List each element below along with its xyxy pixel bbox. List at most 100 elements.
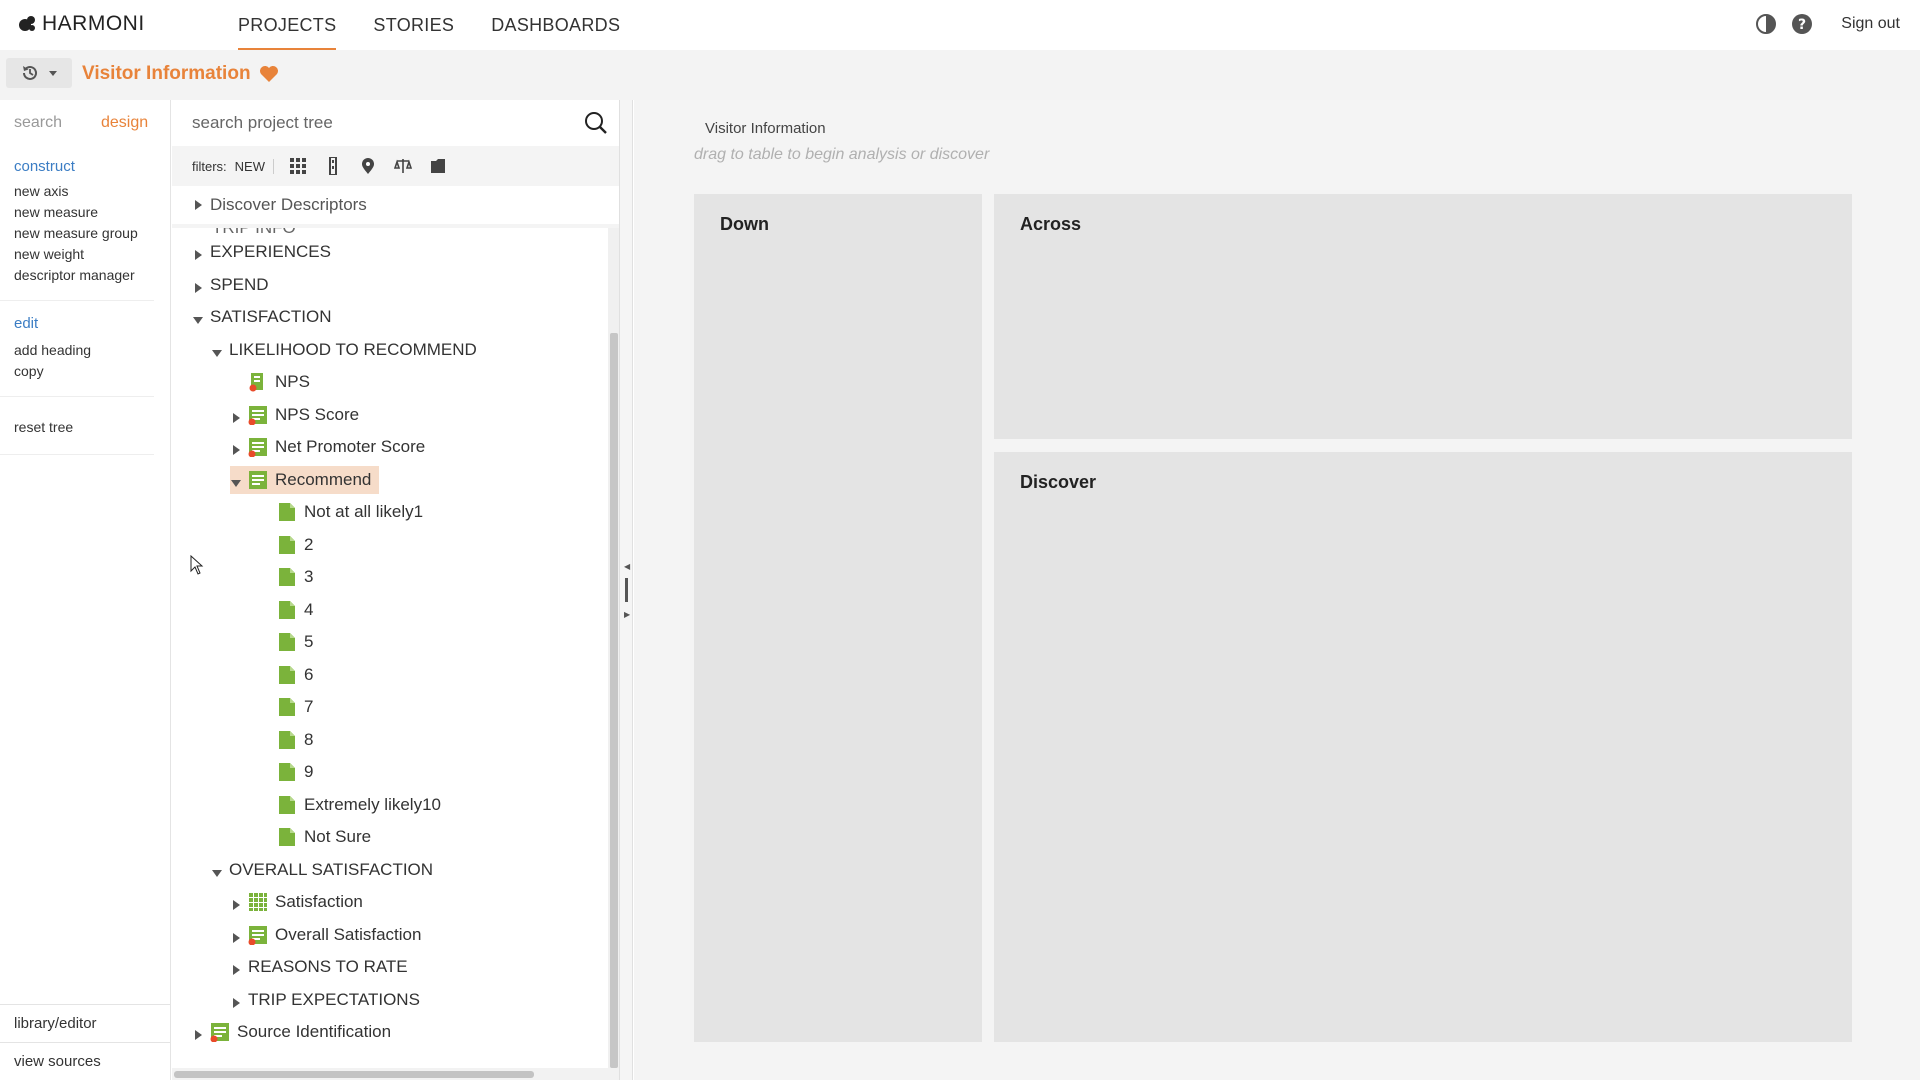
tree-row-label: Satisfaction	[275, 892, 363, 911]
descriptor-manager-link[interactable]: descriptor manager	[14, 265, 154, 286]
library-editor-link[interactable]: library/editor	[0, 1004, 170, 1042]
tree-row[interactable]: NPS Score	[230, 401, 359, 429]
caret-down-icon[interactable]	[230, 474, 242, 487]
brand-name: HARMONI	[42, 12, 145, 35]
tree-row[interactable]: Extremely likely10	[277, 791, 441, 819]
filter-new-button[interactable]: NEW	[235, 158, 275, 174]
discover-dropzone[interactable]: Discover	[994, 452, 1852, 1042]
tree-row[interactable]: NPS	[230, 368, 310, 396]
caret-down-icon[interactable]	[192, 311, 204, 324]
tree-row[interactable]: Recommend	[230, 465, 380, 494]
across-dropzone[interactable]: Across	[994, 194, 1852, 439]
new-weight-link[interactable]: new weight	[14, 244, 154, 265]
copy-link[interactable]: copy	[14, 361, 154, 382]
caret-down-icon[interactable]	[211, 864, 223, 877]
tree-row[interactable]: 4	[277, 596, 313, 624]
sidebar-bottom-links: library/editor view sources	[0, 1004, 170, 1080]
tree-hscroll-thumb[interactable]	[174, 1071, 534, 1078]
help-icon[interactable]: ?	[1791, 13, 1813, 35]
collapse-right-icon[interactable]: ▶	[624, 610, 630, 619]
caret-right-icon[interactable]	[230, 961, 242, 975]
tree-row[interactable]: Source Identification	[192, 1018, 391, 1046]
edit-heading[interactable]: edit	[14, 315, 154, 332]
filters-label: filters:	[192, 158, 227, 174]
tree-row[interactable]: 9	[277, 758, 313, 786]
tree-row-label: OVERALL SATISFACTION	[229, 859, 434, 879]
partial-tree-row-label: TRIP INFO	[212, 228, 296, 238]
tree-row[interactable]: LIKELIHOOD TO RECOMMEND	[211, 336, 477, 364]
history-icon	[23, 65, 37, 80]
tree-row[interactable]: 8	[277, 726, 313, 754]
tree-row[interactable]: 7	[277, 693, 313, 721]
caret-right-icon[interactable]	[230, 441, 242, 455]
nav-projects[interactable]: PROJECTS	[238, 0, 337, 50]
folder-filter-icon[interactable]	[427, 155, 449, 177]
discover-descriptors-row[interactable]: Discover Descriptors	[172, 186, 619, 224]
tree-row[interactable]: 6	[277, 661, 313, 689]
tree-row-label: 5	[304, 632, 314, 651]
project-tree: TRIP INFO EXPERIENCES SPEND SATISFACTION LI…	[172, 228, 608, 1068]
tree-row[interactable]: Not Sure	[277, 823, 371, 851]
caret-right-icon[interactable]	[230, 896, 242, 910]
grid-filter-icon[interactable]	[287, 155, 309, 177]
sign-out-link[interactable]: Sign out	[1841, 15, 1900, 33]
new-axis-link[interactable]: new axis	[14, 181, 154, 202]
down-dropzone[interactable]: Down	[694, 194, 982, 1042]
value-icon	[277, 795, 297, 815]
tree-row[interactable]: 3	[277, 563, 313, 591]
tree-row[interactable]: SPEND	[192, 271, 269, 299]
new-measure-group-link[interactable]: new measure group	[14, 223, 154, 244]
reset-group: reset tree	[0, 397, 154, 455]
discover-descriptors-label: Discover Descriptors	[210, 195, 367, 214]
tree-row-label: SPEND	[210, 274, 269, 294]
caret-right-icon[interactable]	[230, 994, 242, 1008]
location-filter-icon[interactable]	[357, 155, 379, 177]
contrast-icon[interactable]	[1755, 13, 1777, 35]
caret-right-icon[interactable]	[192, 279, 204, 293]
collapse-left-icon[interactable]: ◀	[624, 562, 630, 571]
tree-search-input[interactable]	[192, 110, 572, 136]
view-sources-link[interactable]: view sources	[0, 1042, 170, 1080]
caret-right-icon[interactable]	[230, 929, 242, 943]
value-icon	[277, 600, 297, 620]
project-tree-panel: filters: NEW Discover Descriptors TRIP I…	[172, 100, 619, 1080]
tab-design[interactable]: design	[85, 114, 170, 132]
tree-vertical-scrollbar[interactable]	[608, 228, 619, 1068]
tree-row[interactable]: SATISFACTION	[192, 303, 332, 331]
history-dropdown-button[interactable]	[6, 58, 72, 88]
construct-heading[interactable]: construct	[14, 158, 154, 175]
add-heading-link[interactable]: add heading	[14, 340, 154, 361]
caret-right-icon[interactable]	[192, 246, 204, 260]
favorite-heart-icon[interactable]	[259, 65, 279, 83]
panel-splitter[interactable]: ◀ ▶	[619, 100, 633, 1080]
measure-list-icon	[248, 437, 268, 458]
harmoni-logo[interactable]: HARMONI	[18, 12, 145, 36]
tree-row[interactable]: REASONS TO RATE	[230, 953, 408, 981]
tree-row[interactable]: OVERALL SATISFACTION	[211, 856, 433, 884]
tree-row[interactable]: Satisfaction	[230, 888, 363, 916]
balance-filter-icon[interactable]	[392, 155, 414, 177]
tree-horizontal-scrollbar[interactable]	[172, 1068, 619, 1080]
tab-search[interactable]: search	[0, 114, 85, 132]
tree-row[interactable]: EXPERIENCES	[192, 238, 331, 266]
tree-row[interactable]: 2	[277, 531, 313, 559]
nav-stories[interactable]: STORIES	[373, 0, 454, 50]
search-icon[interactable]	[583, 110, 609, 136]
caret-right-icon[interactable]	[192, 1026, 204, 1040]
tree-row[interactable]: TRIP EXPECTATIONS	[230, 986, 420, 1014]
tree-row-label: LIKELIHOOD TO RECOMMEND	[229, 339, 477, 359]
tree-row[interactable]: Net Promoter Score	[230, 433, 425, 461]
workspace-hint: drag to table to begin analysis or disco…	[694, 146, 990, 163]
tree-row[interactable]: Not at all likely1	[277, 498, 423, 526]
column-filter-icon[interactable]	[322, 155, 344, 177]
tree-row[interactable]: 5	[277, 628, 313, 656]
nav-dashboards[interactable]: DASHBOARDS	[491, 0, 620, 50]
tree-row-label: 2	[304, 534, 314, 554]
reset-tree-link[interactable]: reset tree	[14, 417, 154, 438]
splitter-handle[interactable]	[625, 578, 628, 602]
new-measure-link[interactable]: new measure	[14, 202, 154, 223]
tree-scrollbar-thumb[interactable]	[610, 333, 618, 1068]
tree-row[interactable]: Overall Satisfaction	[230, 921, 421, 949]
caret-right-icon[interactable]	[230, 409, 242, 423]
caret-down-icon[interactable]	[211, 344, 223, 357]
